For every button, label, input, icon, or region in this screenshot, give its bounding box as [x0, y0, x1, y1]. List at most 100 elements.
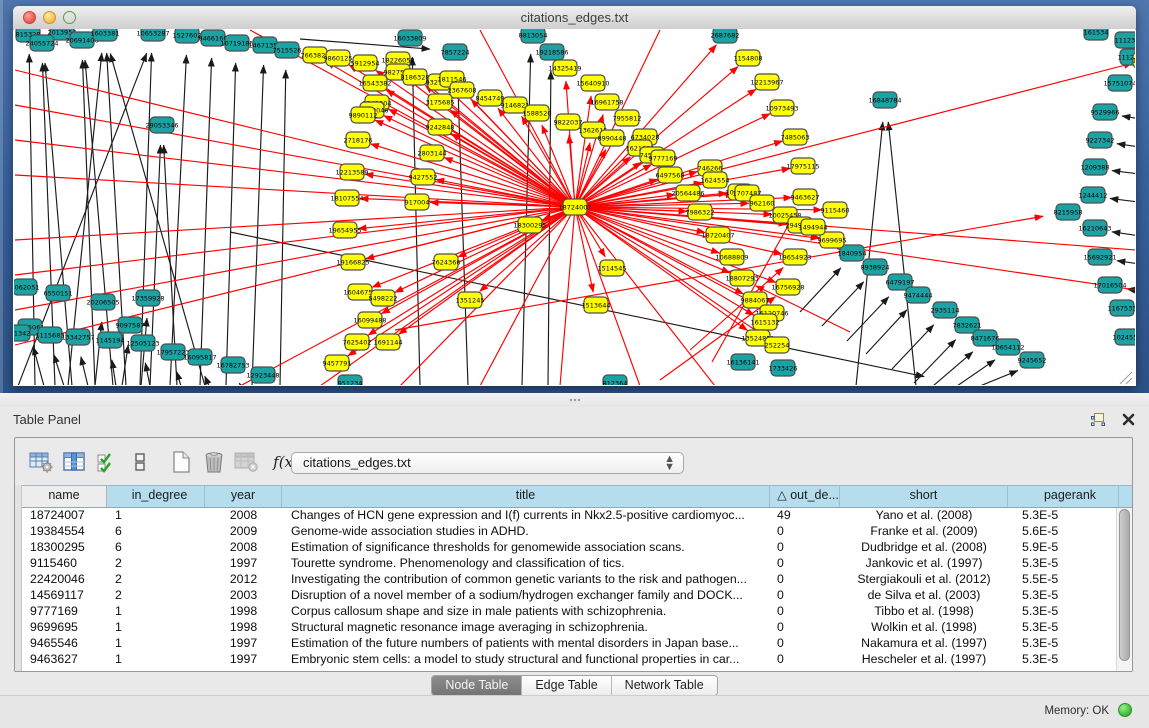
split-divider[interactable]	[0, 393, 1149, 407]
network-node[interactable]: 18720407	[701, 227, 734, 243]
network-node[interactable]: 8813054	[519, 29, 548, 43]
delete-table-icon[interactable]	[233, 448, 261, 476]
table-row[interactable]: 1830029562008Estimation of significance …	[22, 539, 1116, 555]
network-node[interactable]: 9227342	[1086, 132, 1115, 148]
network-node[interactable]: 12505123	[126, 335, 159, 351]
network-edge[interactable]	[81, 357, 88, 385]
network-edge[interactable]	[1110, 198, 1135, 203]
network-node[interactable]: 5912954	[351, 55, 380, 71]
network-node[interactable]: 252254	[765, 337, 790, 353]
network-edge[interactable]	[200, 58, 212, 385]
column-header-short[interactable]: short	[840, 486, 1008, 507]
network-node[interactable]: 2935114	[931, 302, 960, 318]
column-header-pagerank[interactable]: pagerank	[1008, 486, 1119, 507]
float-panel-icon[interactable]	[1089, 410, 1107, 428]
network-node[interactable]: 1514545	[598, 260, 627, 276]
network-node[interactable]: 18300295	[513, 217, 546, 233]
network-node[interactable]: 12213589	[335, 164, 368, 180]
network-node[interactable]: 5498222	[369, 290, 398, 306]
network-node[interactable]: 9427552	[409, 169, 438, 185]
network-node[interactable]: 8990448	[598, 130, 627, 146]
network-edge[interactable]	[800, 268, 841, 312]
network-node[interactable]: 9245652	[1018, 352, 1047, 368]
network-node[interactable]: 2367608	[448, 82, 477, 98]
table-row[interactable]: 1938455462009Genome-wide association stu…	[22, 523, 1116, 539]
network-node[interactable]: 19654923	[778, 249, 811, 265]
table-row[interactable]: 977716911998Corpus callosum shape and si…	[22, 603, 1116, 619]
network-node[interactable]: 7625402	[343, 334, 372, 350]
delete-column-icon[interactable]	[200, 448, 228, 476]
network-node[interactable]: 917004	[405, 194, 430, 210]
table-row[interactable]: 946362711997Embryonic stem cells: a mode…	[22, 651, 1116, 667]
network-edge[interactable]	[205, 376, 209, 385]
network-canvas[interactable]: 8153282013954240557242069140616033811065…	[14, 29, 1135, 385]
network-node[interactable]: 7485063	[781, 129, 810, 145]
network-node[interactable]: 1691144	[374, 334, 403, 350]
table-row[interactable]: 911546021997Tourette syndrome. Phenomeno…	[22, 555, 1116, 571]
network-node[interactable]: 1154808	[734, 50, 763, 66]
network-edge[interactable]	[1112, 171, 1135, 175]
network-node[interactable]: 16848784	[868, 92, 901, 108]
tab-edge-table[interactable]: Edge Table	[521, 676, 610, 695]
network-node[interactable]: 10688809	[715, 249, 748, 265]
network-node[interactable]: 19218586	[535, 44, 568, 60]
network-node[interactable]: 13342757	[61, 329, 94, 345]
column-header-year[interactable]: year	[205, 486, 282, 507]
merge-rows-icon[interactable]	[126, 448, 154, 476]
network-node[interactable]: 962160	[750, 195, 775, 211]
network-node[interactable]: 9457791	[323, 355, 352, 371]
network-edge[interactable]	[914, 340, 956, 383]
network-node[interactable]: 1024553	[1113, 329, 1135, 345]
network-node[interactable]: 9777169	[649, 150, 678, 166]
network-node[interactable]: 8938924	[861, 259, 890, 275]
network-node[interactable]: 16033809	[393, 30, 426, 46]
network-node[interactable]: 24055724	[25, 35, 58, 51]
network-node[interactable]: 9115460	[821, 202, 850, 218]
network-node[interactable]: 9860125	[324, 50, 353, 66]
network-node[interactable]: 9474444	[904, 287, 933, 303]
network-edge[interactable]	[1122, 116, 1135, 120]
network-edge[interactable]	[170, 55, 186, 385]
network-node[interactable]: 7624366	[432, 254, 461, 270]
network-edge[interactable]	[1112, 232, 1135, 237]
network-node[interactable]: 15692921	[1083, 249, 1116, 265]
network-node[interactable]: 1209388	[1081, 159, 1110, 175]
column-header-name[interactable]: name	[22, 486, 107, 507]
network-node[interactable]: 17016504	[1093, 277, 1126, 293]
network-node[interactable]: 16782753	[216, 357, 249, 373]
network-node[interactable]: 1624554	[701, 172, 730, 188]
network-node[interactable]: 20206505	[86, 294, 119, 310]
network-edge[interactable]	[95, 322, 102, 385]
column-header-title[interactable]: title	[282, 486, 770, 507]
network-node[interactable]: 1115683	[36, 327, 65, 343]
network-edge[interactable]	[822, 282, 864, 326]
network-edge[interactable]	[847, 297, 889, 341]
network-node[interactable]: 16543382	[358, 75, 391, 91]
show-columns-icon[interactable]	[60, 448, 88, 476]
network-node[interactable]: 7986322	[686, 204, 715, 220]
network-node[interactable]: 7955812	[613, 110, 642, 126]
network-edge[interactable]	[145, 363, 150, 385]
table-selector-dropdown[interactable]: citations_edges.txt ▲▼	[291, 452, 684, 474]
network-node[interactable]: 12923448	[246, 367, 279, 383]
column-header-out_de[interactable]: △ out_de...	[770, 486, 840, 507]
network-node[interactable]: 7857224	[441, 44, 470, 60]
network-edge[interactable]	[575, 207, 640, 385]
network-node[interactable]: 1167533	[1108, 300, 1135, 316]
network-node[interactable]: 812364	[603, 375, 628, 385]
network-node[interactable]: 2718176	[344, 132, 373, 148]
network-node[interactable]: 19166825	[336, 254, 369, 270]
tab-node-table[interactable]: Node Table	[432, 676, 521, 695]
network-node[interactable]: 10654112	[991, 339, 1024, 355]
table-row[interactable]: 1872400712008Changes of HCN gene express…	[22, 507, 1116, 523]
network-node[interactable]: 1733426	[769, 360, 798, 376]
column-header-in_degree[interactable]: in_degree	[107, 486, 205, 507]
network-node[interactable]: 1513644	[582, 297, 611, 313]
network-node[interactable]: 6497568	[656, 167, 685, 183]
network-node[interactable]: 14325419	[548, 60, 581, 76]
network-node[interactable]: 16095817	[183, 349, 216, 365]
network-node[interactable]: 1588520	[523, 105, 552, 121]
network-node[interactable]: 1244412	[1079, 187, 1108, 203]
network-node[interactable]: 2803144	[418, 145, 447, 161]
memory-status-indicator[interactable]	[1118, 703, 1132, 717]
